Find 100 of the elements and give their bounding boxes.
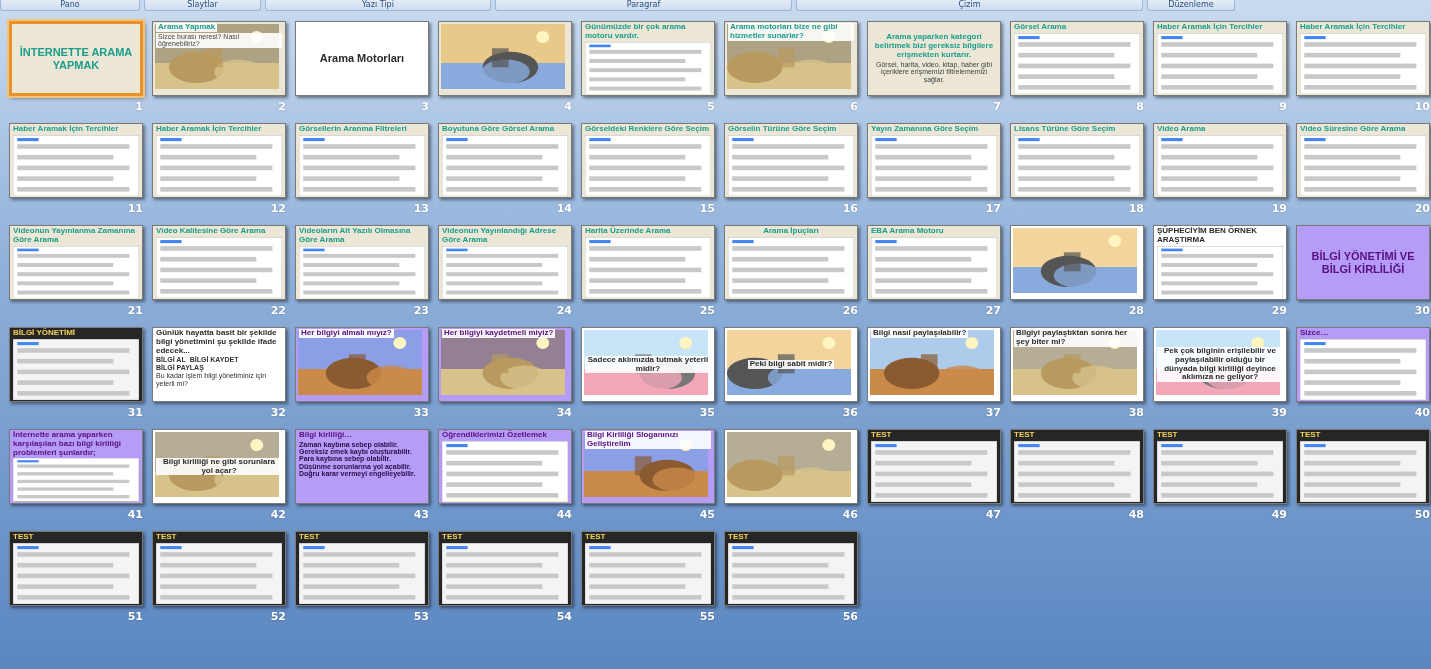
slide-number: 17 [985, 202, 1001, 215]
slide-number: 21 [127, 304, 143, 317]
slide-number: 38 [1128, 406, 1144, 419]
slide-thumbnail[interactable] [1010, 225, 1144, 300]
slide-thumbnail[interactable]: Arama motorları bize ne gibi hizmetler sunarlar? [724, 21, 858, 96]
slide-thumbnail[interactable]: Günümüzde bir çok arama motoru vardır. [581, 21, 715, 96]
ribbon-group-label: Slaytlar [144, 0, 261, 11]
slide-thumbnail[interactable]: TEST [581, 531, 715, 606]
slide-number: 3 [421, 100, 429, 113]
slide-thumbnail[interactable]: TEST [152, 531, 286, 606]
slide-thumbnail[interactable]: Haber Aramak İçin Tercihler [1296, 21, 1430, 96]
slide-thumbnail[interactable]: Video Kalitesine Göre Arama [152, 225, 286, 300]
slide-thumbnail[interactable]: Videonun Yayınlandığı Adrese Göre Arama [438, 225, 572, 300]
slide-thumbnail[interactable]: Video Arama [1153, 123, 1287, 198]
slide-thumbnail[interactable]: Her bilgiyi almalı mıyız? [295, 327, 429, 402]
slide-number: 27 [985, 304, 1001, 317]
slide-thumbnail[interactable]: Videonun Yayınlanma Zamanına Göre Arama [9, 225, 143, 300]
slide-thumbnail[interactable]: İnternette arama yaparken karşılaşılan bazı bilgi kirliliği problemleri şunlardır; [9, 429, 143, 504]
slide-title: Yayın Zamanına Göre Seçim [871, 125, 979, 134]
slide-number: 5 [707, 100, 715, 113]
slide-thumbnail[interactable]: Haber Aramak İçin Tercihler [1153, 21, 1287, 96]
slide-thumbnail[interactable]: Pek çok bilginin erişilebilir ve paylaşılabilir olduğu bir dünyada bilgi kirliliği deyince aklımıza ne geliyor? [1153, 327, 1287, 402]
slide-thumbnail[interactable]: Bilgi kirliliği ne gibi sorunlara yol açar? [152, 429, 286, 504]
slide-thumbnail[interactable]: Görsellerin Aranma Filtreleri [295, 123, 429, 198]
slide-number: 10 [1414, 100, 1430, 113]
slide-number: 49 [1271, 508, 1287, 521]
slide-thumbnail[interactable]: Bilgi Kirliliği Sloganınızı Geliştirelim [581, 429, 715, 504]
slide-thumbnail[interactable]: Sadece aklımızda tutmak yeterli midir? [581, 327, 715, 402]
slide-thumbnail[interactable]: TEST [724, 531, 858, 606]
slide-number: 25 [699, 304, 715, 317]
slide-number: 44 [556, 508, 572, 521]
slide-title: Günümüzde bir çok arama motoru vardır. [585, 23, 687, 41]
slide-number: 8 [1136, 100, 1144, 113]
slide-thumbnail[interactable]: TEST [867, 429, 1001, 504]
slide-number: 26 [842, 304, 858, 317]
slide-title: İNTERNETTE ARAMA YAPMAK [18, 46, 134, 71]
slide-thumbnail[interactable]: EBA Arama Motoru [867, 225, 1001, 300]
slide-thumbnail[interactable]: Arama Motorları [295, 21, 429, 96]
slide-number: 43 [413, 508, 429, 521]
slide-title: Lisans Türüne Göre Seçim [1014, 125, 1116, 134]
slide-thumbnail[interactable]: TEST [1153, 429, 1287, 504]
slide-number: 41 [127, 508, 143, 521]
slide-thumbnail[interactable]: Boyutuna Göre Görsel Arama [438, 123, 572, 198]
slide-thumbnail[interactable]: Görseldeki Renklere Göre Seçim [581, 123, 715, 198]
slide-number: 40 [1414, 406, 1430, 419]
ribbon-group-label: Pano [0, 0, 140, 11]
slide-thumbnail[interactable]: Her bilgiyi kaydetmeli miyiz? [438, 327, 572, 402]
slide-thumbnail[interactable]: ŞÜPHECİYİM BEN ÖRNEK ARAŞTIRMA [1153, 225, 1287, 300]
slide-thumbnail[interactable]: Bilgiyi paylaştıktan sonra her şey biter mi? [1010, 327, 1144, 402]
slide-title: TEST [1157, 431, 1178, 440]
slide-number: 35 [699, 406, 715, 419]
slide-thumbnail[interactable]: Görsel Arama [1010, 21, 1144, 96]
slide-thumbnail[interactable]: Sizce… [1296, 327, 1430, 402]
slide-title: Görseldeki Renklere Göre Seçim [585, 125, 710, 134]
slide-thumbnail[interactable]: Video Süresine Göre Arama [1296, 123, 1430, 198]
slide-thumbnail[interactable] [724, 429, 858, 504]
ribbon-group-label: Paragraf [495, 0, 792, 11]
slide-number: 39 [1271, 406, 1287, 419]
slide-thumbnail[interactable]: TEST [295, 531, 429, 606]
slide-title: TEST [156, 533, 177, 542]
slide-title: TEST [442, 533, 463, 542]
slide-number: 29 [1271, 304, 1287, 317]
slide-thumbnail[interactable]: Yayın Zamanına Göre Seçim [867, 123, 1001, 198]
slide-number: 32 [270, 406, 286, 419]
slide-thumbnail[interactable]: Videoların Alt Yazılı Olmasına Göre Arama [295, 225, 429, 300]
slide-title: Videonun Yayınlandığı Adrese Göre Arama [442, 227, 558, 245]
slide-thumbnail[interactable]: Öğrendiklerimizi Özetlemek [438, 429, 572, 504]
slide-number: 33 [413, 406, 429, 419]
slide-title: Bilgi Kirliliği Sloganınızı Geliştirelim [585, 431, 711, 449]
slide-number: 14 [556, 202, 572, 215]
slide-title: Arama yaparken kategori belirtmek bizi gereksiz bilgilere erişmekten kurtarır. [873, 33, 995, 60]
slide-thumbnail[interactable]: Arama İpuçları [724, 225, 858, 300]
slide-thumbnail[interactable]: TEST [9, 531, 143, 606]
slide-thumbnail[interactable]: Haber Aramak İçin Tercihler [152, 123, 286, 198]
slide-title: Arama Motorları [319, 52, 405, 65]
slide-thumbnail[interactable]: TEST [1296, 429, 1430, 504]
slide-title: Boyutuna Göre Görsel Arama [442, 125, 555, 134]
slide-number: 34 [556, 406, 572, 419]
slide-thumbnail[interactable]: TEST [1010, 429, 1144, 504]
ribbon-group-label: Çizim [796, 0, 1143, 11]
slide-thumbnail[interactable]: TEST [438, 531, 572, 606]
slide-thumbnail[interactable]: Harita Üzerinde Arama [581, 225, 715, 300]
slide-number: 31 [127, 406, 143, 419]
slide-title: Pek çok bilginin erişilebilir ve paylaşılabilir olduğu bir dünyada bilgi kirliliği deyince aklımıza ne geliyor? [1157, 346, 1283, 383]
slide-thumbnail[interactable]: BİLGİ YÖNETİMİ [9, 327, 143, 402]
slide-title: TEST [1014, 431, 1035, 440]
slide-title: Öğrendiklerimizi Özetlemek [442, 431, 547, 440]
slide-thumbnail[interactable]: Lisans Türüne Göre Seçim [1010, 123, 1144, 198]
slide-thumbnail[interactable]: Peki bilgi sabit midir? [724, 327, 858, 402]
slide-thumbnail[interactable]: BİLGİ YÖNETİMİ VE BİLGİ KİRLİLİĞİ [1296, 225, 1430, 300]
slide-title: Haber Aramak İçin Tercihler [1300, 23, 1406, 32]
slide-title: BİLGİ YÖNETİMİ VE BİLGİ KİRLİLİĞİ [1310, 250, 1416, 275]
slide-thumbnail[interactable]: Görselin Türüne Göre Seçim [724, 123, 858, 198]
slide-thumbnail[interactable]: Bilgi nasıl paylaşılabilir? [867, 327, 1001, 402]
slide-thumbnail[interactable]: İNTERNETTE ARAMA YAPMAK [9, 21, 143, 96]
slide-thumbnail[interactable] [438, 21, 572, 96]
slide-thumbnail[interactable]: Haber Aramak İçin Tercihler [9, 123, 143, 198]
slide-title: Görsellerin Aranma Filtreleri [299, 125, 407, 134]
slide-title: Görselin Türüne Göre Seçim [728, 125, 837, 134]
slide-title: Peki bilgi sabit midir? [747, 360, 835, 369]
